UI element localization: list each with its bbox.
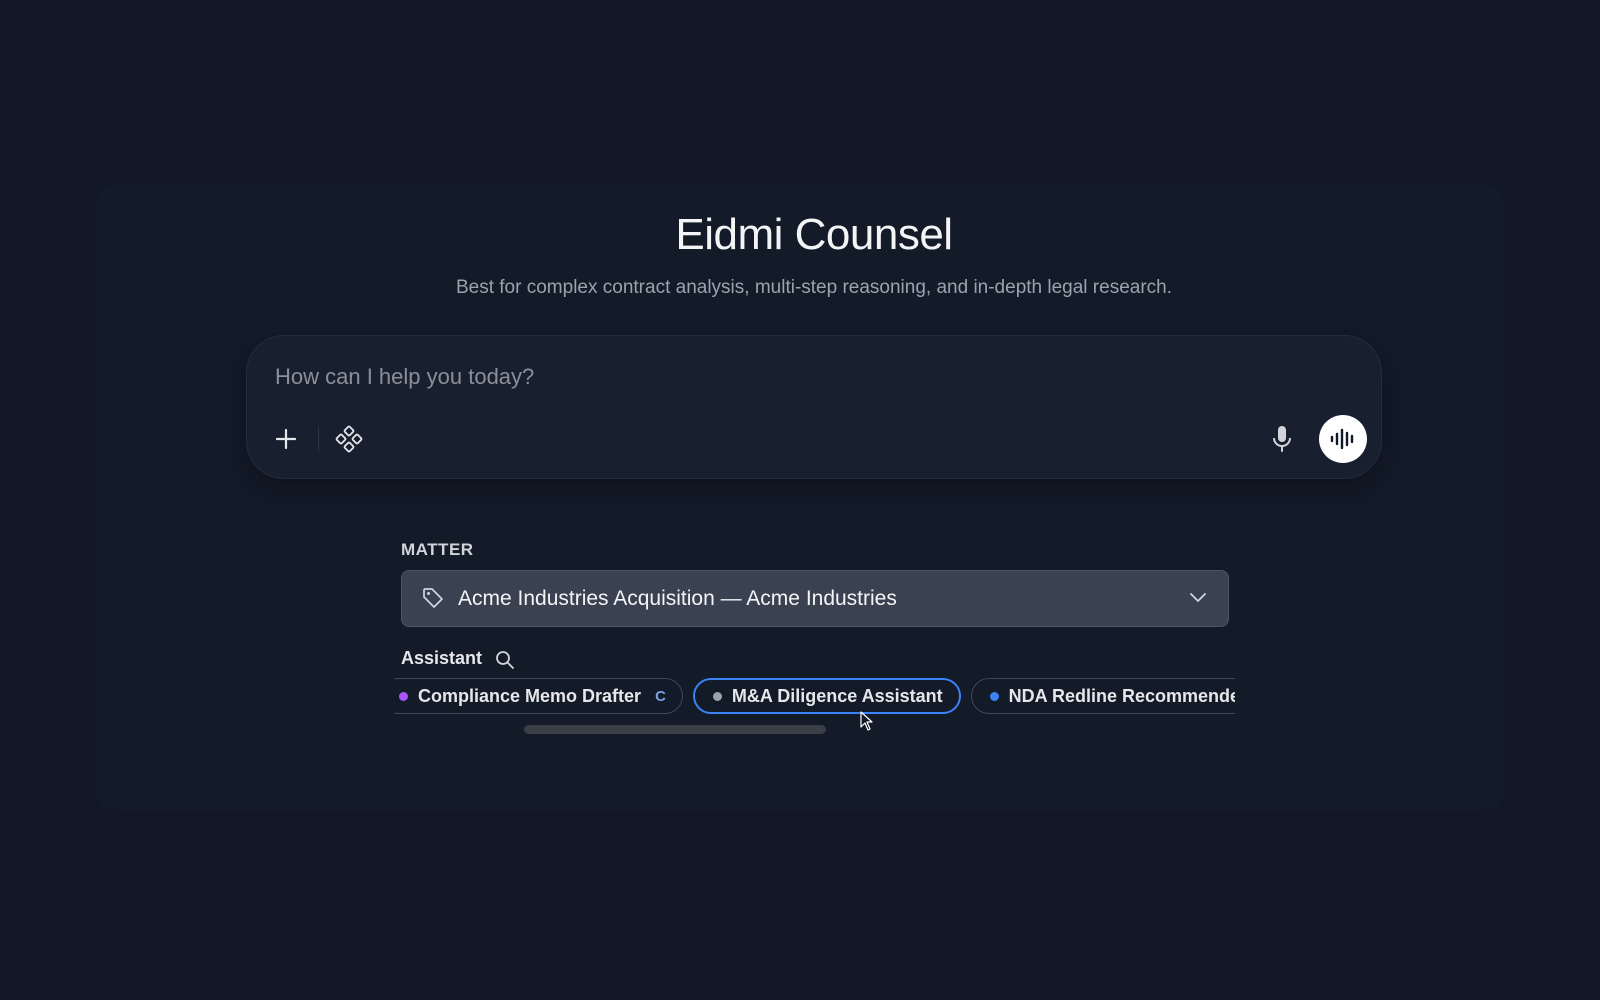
chip-badge: C [655, 687, 666, 705]
chip-label: Compliance Memo Drafter [418, 685, 642, 706]
assistant-label: Assistant [401, 648, 483, 668]
microphone-button[interactable] [1264, 421, 1300, 457]
toolbar-divider [318, 427, 319, 451]
matter-select-value: Acme Industries Acquisition — Acme Indus… [458, 587, 897, 610]
assistant-chip-nda-redline-recommender[interactable]: NDA Redline Recommender [970, 678, 1235, 714]
assistant-chip-list: Compliance Memo Drafter C M&A Diligence … [394, 676, 1235, 718]
tools-icon [335, 425, 363, 453]
matter-select[interactable]: Acme Industries Acquisition — Acme Indus… [401, 570, 1229, 627]
voice-waveform-icon [1330, 428, 1354, 450]
add-attachment-button[interactable] [268, 421, 304, 457]
search-icon[interactable] [494, 649, 516, 671]
chip-label: M&A Diligence Assistant [731, 685, 943, 706]
chip-dot [712, 691, 722, 701]
page-subtitle: Best for complex contract analysis, mult… [455, 277, 1173, 298]
tag-icon [423, 588, 443, 608]
assistant-chip-ma-diligence-assistant[interactable]: M&A Diligence Assistant [692, 678, 961, 714]
assistant-chip-compliance-memo-drafter[interactable]: Compliance Memo Drafter C [394, 678, 683, 714]
chip-dot [989, 691, 999, 701]
chip-list-scrollbar[interactable] [524, 725, 826, 734]
chip-label: NDA Redline Recommender [1008, 685, 1235, 706]
chat-composer [246, 335, 1382, 479]
chip-dot [399, 691, 408, 701]
plus-icon [275, 428, 297, 450]
message-input[interactable] [273, 358, 1177, 396]
chevron-down-icon [1190, 593, 1206, 602]
page-title: Eidmi Counsel [675, 210, 953, 259]
voice-mode-button[interactable] [1319, 415, 1367, 463]
tools-button[interactable] [331, 421, 367, 457]
mouse-cursor-icon [860, 711, 873, 731]
assistant-chip-track: Compliance Memo Drafter C M&A Diligence … [394, 678, 1235, 714]
matter-label: MATTER [401, 540, 474, 559]
microphone-icon [1273, 426, 1291, 452]
